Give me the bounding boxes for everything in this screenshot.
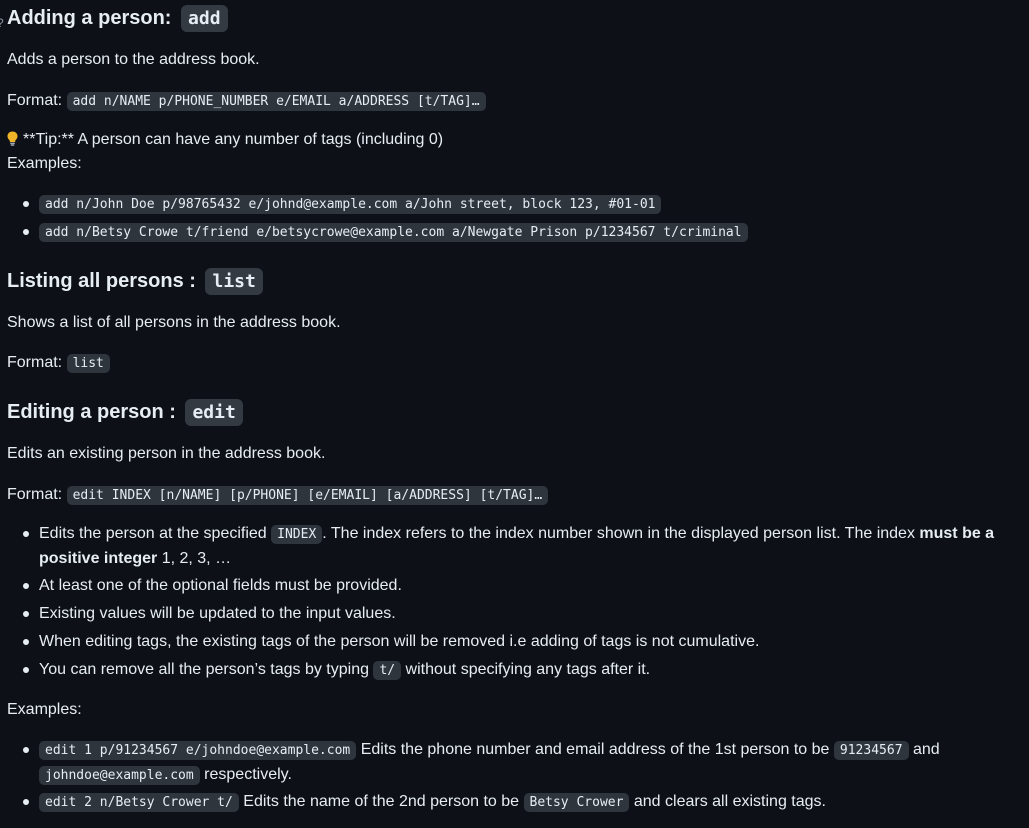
edit-format: Format: edit INDEX [n/NAME] [p/PHONE] [e… — [7, 483, 549, 508]
tip-text: **Tip:** A person can have any number of… — [23, 131, 444, 148]
list-item: Edits the person at the specified INDEX.… — [23, 522, 1009, 571]
index-code: INDEX — [271, 525, 323, 544]
heading-list: Listing all persons : list — [7, 267, 263, 296]
list-item: add n/John Doe p/98765432 e/johnd@exampl… — [22, 192, 662, 217]
heading-text: Listing all persons : — [7, 270, 196, 292]
list-item: You can remove all the person’s tags by … — [22, 658, 650, 683]
list-description: Shows a list of all persons in the addre… — [7, 314, 341, 331]
format-label: Format: — [7, 486, 63, 503]
heading-add: Adding a person: add — [7, 4, 228, 33]
heading-text: Adding a person: — [7, 7, 172, 29]
email-code: johndoe@example.com — [39, 766, 200, 785]
heading-anchor-fragment: ? — [0, 11, 4, 35]
heading-code-list: list — [205, 268, 263, 295]
add-tip: **Tip:** A person can have any number of… — [7, 128, 443, 152]
list-item: At least one of the optional fields must… — [23, 574, 402, 598]
list-item: add n/Betsy Crowe t/friend e/betsycrowe@… — [23, 220, 748, 245]
add-format: Format: add n/NAME p/PHONE_NUMBER e/EMAI… — [7, 89, 486, 114]
add-format-code: add n/NAME p/PHONE_NUMBER e/EMAIL a/ADDR… — [66, 92, 486, 111]
list-format: Format: list — [7, 351, 110, 376]
heading-code-edit: edit — [185, 399, 243, 426]
add-example-code: add n/John Doe p/98765432 e/johnd@exampl… — [39, 195, 662, 214]
name-code: Betsy Crower — [523, 793, 630, 812]
add-examples-label: Examples: — [7, 155, 82, 172]
add-description: Adds a person to the address book. — [7, 51, 260, 68]
heading-text: Editing a person : — [7, 401, 176, 423]
edit-examples-label: Examples: — [7, 701, 82, 718]
list-format-code: list — [66, 354, 110, 373]
list-item: edit 2 n/Betsy Crower t/ Edits the name … — [23, 790, 826, 815]
edit-example-code: edit 1 p/91234567 e/johndoe@example.com — [39, 741, 357, 760]
list-item: Existing values will be updated to the i… — [23, 602, 396, 626]
list-item: When editing tags, the existing tags of … — [22, 630, 759, 654]
lightbulb-icon — [7, 131, 18, 146]
heading-edit: Editing a person : edit — [7, 398, 243, 427]
format-label: Format: — [7, 92, 63, 109]
phone-code: 91234567 — [833, 741, 909, 760]
edit-format-code: edit INDEX [n/NAME] [p/PHONE] [e/EMAIL] … — [66, 486, 549, 505]
heading-code-add: add — [181, 5, 228, 32]
list-item: edit 1 p/91234567 e/johndoe@example.com … — [23, 738, 1009, 788]
add-example-code: add n/Betsy Crowe t/friend e/betsycrowe@… — [39, 223, 748, 242]
edit-example-code: edit 2 n/Betsy Crower t/ — [39, 793, 239, 812]
format-label: Format: — [7, 354, 63, 371]
markdown-document: ? Adding a person: add Adds a person to … — [0, 0, 1029, 828]
edit-description: Edits an existing person in the address … — [7, 445, 326, 462]
tag-prefix-code: t/ — [373, 661, 402, 680]
